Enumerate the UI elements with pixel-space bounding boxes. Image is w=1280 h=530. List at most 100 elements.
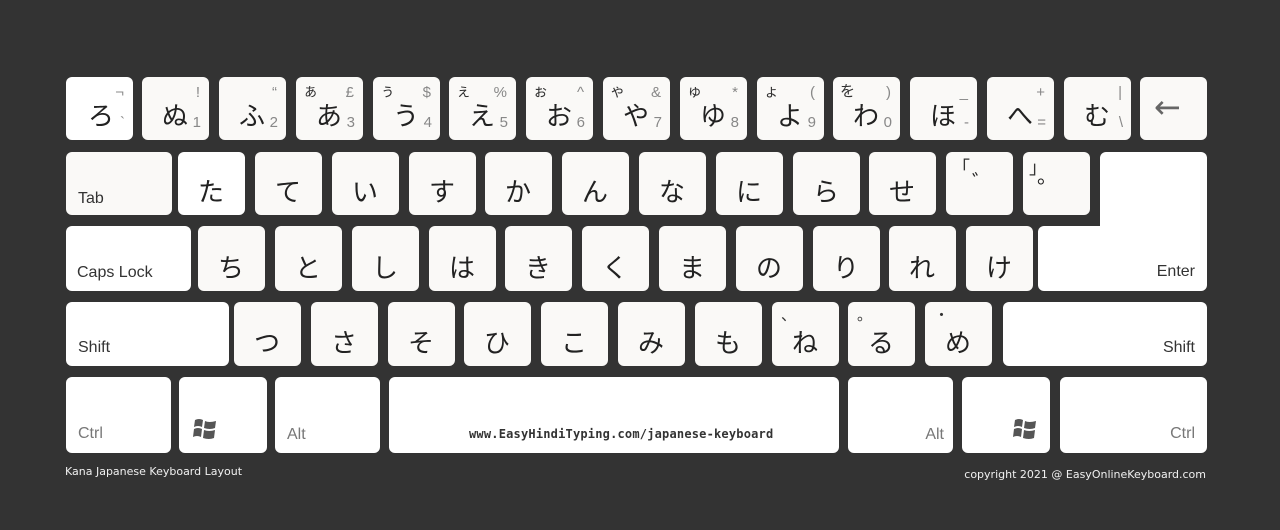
- key-number-row[interactable]: ろ ¬ `: [66, 77, 133, 140]
- key-kana[interactable]: ち: [198, 226, 265, 291]
- kana-label: さ: [331, 329, 358, 359]
- key-number-row[interactable]: ぬ! 1: [142, 77, 209, 140]
- key-kana[interactable]: ね、: [772, 302, 839, 366]
- kana-label: ゆ: [700, 102, 727, 132]
- shift-symbol-label: ): [886, 84, 891, 101]
- kana-label: よ: [777, 102, 804, 132]
- key-kana[interactable]: は: [429, 226, 496, 291]
- key-kana[interactable]: き: [505, 226, 572, 291]
- kana-label: の: [756, 254, 783, 284]
- key-number-row[interactable]: む | \: [1064, 77, 1131, 140]
- windows-icon: [1012, 417, 1038, 445]
- key-kana[interactable]: い: [332, 152, 399, 215]
- backspace-key[interactable]: ←: [1140, 77, 1207, 140]
- shift-symbol-label: +: [1036, 84, 1045, 101]
- number-label: 6: [576, 114, 585, 131]
- key-kana[interactable]: す: [409, 152, 476, 215]
- kana-label: 。: [1037, 164, 1057, 188]
- key-kana[interactable]: ひ: [464, 302, 531, 366]
- shift-kana-label: ぇ: [456, 82, 472, 100]
- shift-kana-label: ぉ: [533, 82, 549, 100]
- key-kana[interactable]: か: [485, 152, 552, 215]
- key-kana[interactable]: こ: [541, 302, 608, 366]
- key-kana[interactable]: な: [639, 152, 706, 215]
- left-alt-key[interactable]: Alt: [275, 377, 380, 453]
- key-number-row[interactable]: へ + =: [987, 77, 1054, 140]
- kana-label: あ: [316, 102, 343, 132]
- kana-label: ふ: [239, 102, 266, 132]
- key-number-row[interactable]: ほ _ -: [910, 77, 977, 140]
- left-windows-key[interactable]: [179, 377, 267, 453]
- key-kana[interactable]: け: [966, 226, 1033, 291]
- key-kana[interactable]: み: [618, 302, 685, 366]
- key-kana[interactable]: ら: [793, 152, 860, 215]
- key-number-row[interactable]: ゆゅ * 8: [680, 77, 747, 140]
- layout-title: Kana Japanese Keyboard Layout: [65, 465, 243, 478]
- key-kana[interactable]: ま: [659, 226, 726, 291]
- shift-symbol-label: %: [493, 84, 507, 101]
- kana-label: み: [638, 329, 665, 359]
- left-ctrl-key[interactable]: Ctrl: [66, 377, 171, 453]
- left-shift-key[interactable]: Shift: [66, 302, 229, 366]
- key-kana[interactable]: 」。: [1023, 152, 1090, 215]
- spacebar[interactable]: www.EasyHindiTyping.com/japanese-keyboar…: [389, 377, 839, 453]
- tab-key[interactable]: Tab: [66, 152, 172, 215]
- key-number-row[interactable]: えぇ% 5: [449, 77, 516, 140]
- caps-lock-key[interactable]: Caps Lock: [66, 226, 191, 291]
- kana-label: て: [275, 178, 302, 208]
- kana-label: け: [986, 254, 1013, 284]
- kana-label: に: [736, 178, 763, 208]
- number-label: `: [120, 114, 125, 131]
- key-number-row[interactable]: あぁ £3: [296, 77, 363, 140]
- key-number-row[interactable]: わを) 0: [833, 77, 900, 140]
- enter-key[interactable]: Enter: [1038, 226, 1207, 291]
- right-windows-key[interactable]: [962, 377, 1050, 453]
- kana-label: そ: [408, 329, 435, 359]
- key-kana[interactable]: も: [695, 302, 762, 366]
- key-kana[interactable]: た: [178, 152, 245, 215]
- key-kana[interactable]: に: [716, 152, 783, 215]
- key-kana[interactable]: さ: [311, 302, 378, 366]
- right-alt-key[interactable]: Alt: [848, 377, 953, 453]
- key-kana[interactable]: つ: [234, 302, 301, 366]
- kana-label: ぬ: [162, 102, 189, 132]
- key-kana[interactable]: せ: [869, 152, 936, 215]
- key-kana[interactable]: る。: [848, 302, 915, 366]
- key-kana[interactable]: て: [255, 152, 322, 215]
- shift-kana-label: ゃ: [610, 82, 626, 100]
- key-number-row[interactable]: ふ “ 2: [219, 77, 286, 140]
- key-number-row[interactable]: おぉ ^ 6: [526, 77, 593, 140]
- key-kana[interactable]: り: [813, 226, 880, 291]
- shift-label: Shift: [1162, 339, 1195, 356]
- right-shift-key[interactable]: Shift: [1003, 302, 1207, 366]
- punctuation-label: ・: [934, 306, 950, 324]
- kana-label: や: [623, 102, 650, 132]
- key-kana[interactable]: の: [736, 226, 803, 291]
- ctrl-label: Ctrl: [78, 425, 103, 442]
- key-kana[interactable]: れ: [889, 226, 956, 291]
- shift-label: Shift: [78, 339, 111, 356]
- key-kana[interactable]: そ: [388, 302, 455, 366]
- punctuation-label: 、: [781, 306, 797, 324]
- key-number-row[interactable]: やゃ & 7: [603, 77, 670, 140]
- alt-label: Alt: [925, 426, 944, 443]
- kana-label: ち: [218, 254, 245, 284]
- key-number-row[interactable]: うぅ $4: [373, 77, 440, 140]
- kana-label: め: [945, 329, 972, 359]
- key-kana[interactable]: ん: [562, 152, 629, 215]
- key-kana[interactable]: め・: [925, 302, 992, 366]
- kana-label: な: [659, 178, 686, 208]
- kana-label: り: [833, 254, 860, 284]
- right-ctrl-key[interactable]: Ctrl: [1060, 377, 1207, 453]
- kana-label: れ: [909, 254, 936, 284]
- key-kana[interactable]: と: [275, 226, 342, 291]
- spacebar-url-label: www.EasyHindiTyping.com/japanese-keyboar…: [469, 427, 774, 441]
- key-kana[interactable]: し: [352, 226, 419, 291]
- kana-label: は: [449, 254, 476, 284]
- shift-symbol-label: “: [272, 84, 277, 101]
- kana-label: ね: [792, 329, 819, 359]
- key-number-row[interactable]: よょ (9: [757, 77, 824, 140]
- key-kana[interactable]: 「゛: [946, 152, 1013, 215]
- key-kana[interactable]: く: [582, 226, 649, 291]
- kana-label: ろ: [88, 102, 115, 132]
